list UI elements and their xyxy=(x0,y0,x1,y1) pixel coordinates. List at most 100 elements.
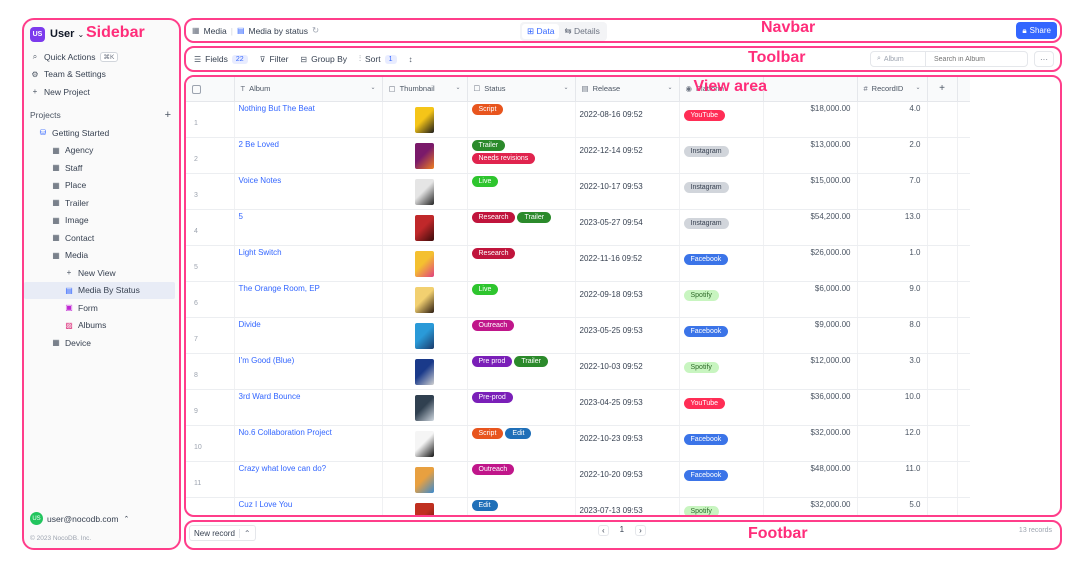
thumbnail-cell[interactable] xyxy=(382,497,468,515)
amount-cell[interactable]: $36,000.00 xyxy=(763,389,858,426)
status-cell[interactable]: Live xyxy=(467,281,576,318)
table-row[interactable]: 8 I'm Good (Blue) Pre prod Trailer 2022-10-0… xyxy=(186,353,970,390)
add-column-button[interactable]: + xyxy=(927,77,958,102)
next-page-button[interactable]: › xyxy=(635,525,646,536)
column-header-recordid[interactable]: # RecordID ⌄ xyxy=(857,77,928,102)
sort-button[interactable]: ⫶ Sort 1 xyxy=(359,54,397,64)
album-thumbnail[interactable] xyxy=(415,214,434,241)
album-cell[interactable]: Voice Notes xyxy=(234,173,383,210)
thumbnail-cell[interactable] xyxy=(382,101,468,138)
table-row[interactable]: 12Cuz I Love You Edit 2023-07-13 09:53Spot… xyxy=(186,497,970,515)
fields-button[interactable]: ☰ Fields 22 xyxy=(194,54,248,64)
breadcrumb-table[interactable]: Media xyxy=(204,26,227,36)
thumbnail-cell[interactable] xyxy=(382,389,468,426)
sidebar-item-media[interactable]: ▦ Media xyxy=(24,247,179,265)
status-cell[interactable]: Outreach xyxy=(467,461,576,498)
table-row[interactable]: 5 Light Switch Research 2022-11-16 09:52 Fac… xyxy=(186,245,970,282)
platform-cell[interactable]: Facebook xyxy=(679,245,764,282)
album-cell[interactable]: 3rd Ward Bounce xyxy=(234,389,383,426)
status-cell[interactable]: Pre prod Trailer xyxy=(467,353,576,390)
album-cell[interactable]: Light Switch xyxy=(234,245,383,282)
chevron-down-icon[interactable]: ⌄ xyxy=(667,84,672,91)
album-thumbnail[interactable] xyxy=(415,466,434,493)
album-cell[interactable]: Nothing But The Beat xyxy=(234,101,383,138)
release-cell[interactable]: 2022-10-03 09:52 xyxy=(575,353,680,390)
recordid-cell[interactable]: 1.0 xyxy=(857,245,928,282)
row-height-button[interactable]: ↕ xyxy=(409,55,417,64)
filter-button[interactable]: ⊽ Filter xyxy=(260,54,289,64)
select-all-checkbox[interactable] xyxy=(192,84,201,94)
platform-cell[interactable]: Spotify xyxy=(679,353,764,390)
amount-cell[interactable]: $26,000.00 xyxy=(763,245,858,282)
column-header-release[interactable]: ▤ Release ⌄ xyxy=(575,77,680,102)
album-thumbnail[interactable] xyxy=(415,394,434,421)
platform-cell[interactable]: Instagram xyxy=(679,173,764,210)
amount-cell[interactable]: $48,000.00 xyxy=(763,461,858,498)
tab-details[interactable]: ⇆ Details xyxy=(559,24,604,39)
sidebar-item-device[interactable]: ▦ Device xyxy=(24,334,179,352)
recordid-cell[interactable]: 7.0 xyxy=(857,173,928,210)
chevron-down-icon[interactable]: ⌄ xyxy=(563,84,568,91)
chevron-up-icon[interactable]: ⌃ xyxy=(123,515,129,523)
album-thumbnail[interactable] xyxy=(415,358,434,385)
recordid-cell[interactable]: 12.0 xyxy=(857,425,928,462)
recordid-cell[interactable]: 2.0 xyxy=(857,137,928,174)
search-field-select[interactable]: ⌕ Album xyxy=(871,52,926,66)
sidebar-item-trailer[interactable]: ▦ Trailer xyxy=(24,194,179,212)
column-header-status[interactable]: ☐ Status ⌄ xyxy=(467,77,576,102)
sidebar-item-new-view[interactable]: + New View xyxy=(24,264,179,282)
table-row[interactable]: 3 Voice Notes Live 2022-10-17 09:53 Instagra… xyxy=(186,173,970,210)
platform-cell[interactable]: Facebook xyxy=(679,461,764,498)
chevron-up-icon[interactable]: ⌃ xyxy=(238,528,255,538)
recordid-cell[interactable]: 8.0 xyxy=(857,317,928,354)
amount-cell[interactable]: $13,000.00 xyxy=(763,137,858,174)
platform-cell[interactable]: YouTube xyxy=(679,389,764,426)
release-cell[interactable]: 2022-10-20 09:53 xyxy=(575,461,680,498)
new-record-button[interactable]: New record ⌃ xyxy=(189,525,256,541)
breadcrumb-view[interactable]: Media by status xyxy=(249,26,309,36)
amount-cell[interactable]: $9,000.00 xyxy=(763,317,858,354)
release-cell[interactable]: 2022-12-14 09:52 xyxy=(575,137,680,174)
thumbnail-cell[interactable] xyxy=(382,209,468,246)
sidebar-item-albums[interactable]: ▨ Albums xyxy=(24,317,179,335)
share-button[interactable]: 🔒︎ Share xyxy=(1016,22,1057,39)
album-cell[interactable]: No.6 Collaboration Project xyxy=(234,425,383,462)
amount-cell[interactable]: $15,000.00 xyxy=(763,173,858,210)
release-cell[interactable]: 2023-04-25 09:53 xyxy=(575,389,680,426)
table-row[interactable]: 6 The Orange Room, EP Live 2022-09-18 09:53… xyxy=(186,281,970,318)
chevron-down-icon[interactable]: ⌄ xyxy=(915,84,920,91)
group-by-button[interactable]: ⊟ Group By xyxy=(300,54,347,64)
reload-icon[interactable]: ↻ xyxy=(312,25,319,36)
user-menu[interactable]: US user@nocodb.com ⌃ xyxy=(30,512,173,525)
thumbnail-cell[interactable] xyxy=(382,317,468,354)
table-row[interactable]: 10 No.6 Collaboration Project Script Edit 20… xyxy=(186,425,970,462)
release-cell[interactable]: 2022-11-16 09:52 xyxy=(575,245,680,282)
status-cell[interactable]: Pre-prod xyxy=(467,389,576,426)
album-cell[interactable]: 5 xyxy=(234,209,383,246)
status-cell[interactable]: Research xyxy=(467,245,576,282)
release-cell[interactable]: 2022-09-18 09:53 xyxy=(575,281,680,318)
album-cell[interactable]: I'm Good (Blue) xyxy=(234,353,383,390)
release-cell[interactable]: 2023-05-25 09:53 xyxy=(575,317,680,354)
platform-cell[interactable]: Spotify xyxy=(679,497,764,515)
table-row[interactable]: 11 Crazy what love can do? Outreach 2022-10… xyxy=(186,461,970,498)
amount-cell[interactable]: $54,200.00 xyxy=(763,209,858,246)
status-cell[interactable]: Outreach xyxy=(467,317,576,354)
thumbnail-cell[interactable] xyxy=(382,173,468,210)
thumbnail-cell[interactable] xyxy=(382,281,468,318)
status-cell[interactable]: Trailer Needs revisions xyxy=(467,137,576,174)
amount-cell[interactable]: $32,000.00 xyxy=(763,497,858,515)
recordid-cell[interactable]: 10.0 xyxy=(857,389,928,426)
status-cell[interactable]: Live xyxy=(467,173,576,210)
amount-cell[interactable]: $18,000.00 xyxy=(763,101,858,138)
sidebar-item-agency[interactable]: ▦ Agency xyxy=(24,142,179,160)
album-thumbnail[interactable] xyxy=(415,178,434,205)
status-cell[interactable]: Script xyxy=(467,101,576,138)
sidebar-item-form[interactable]: ▣ Form xyxy=(24,299,179,317)
sidebar-item-getting-started[interactable]: ⛁ Getting Started xyxy=(24,124,179,142)
album-cell[interactable]: Crazy what love can do? xyxy=(234,461,383,498)
amount-cell[interactable]: $32,000.00 xyxy=(763,425,858,462)
recordid-cell[interactable]: 4.0 xyxy=(857,101,928,138)
new-project-button[interactable]: + New Project xyxy=(24,83,179,101)
table-row[interactable]: 7 Divide Outreach 2023-05-25 09:53 Facebook $… xyxy=(186,317,970,354)
